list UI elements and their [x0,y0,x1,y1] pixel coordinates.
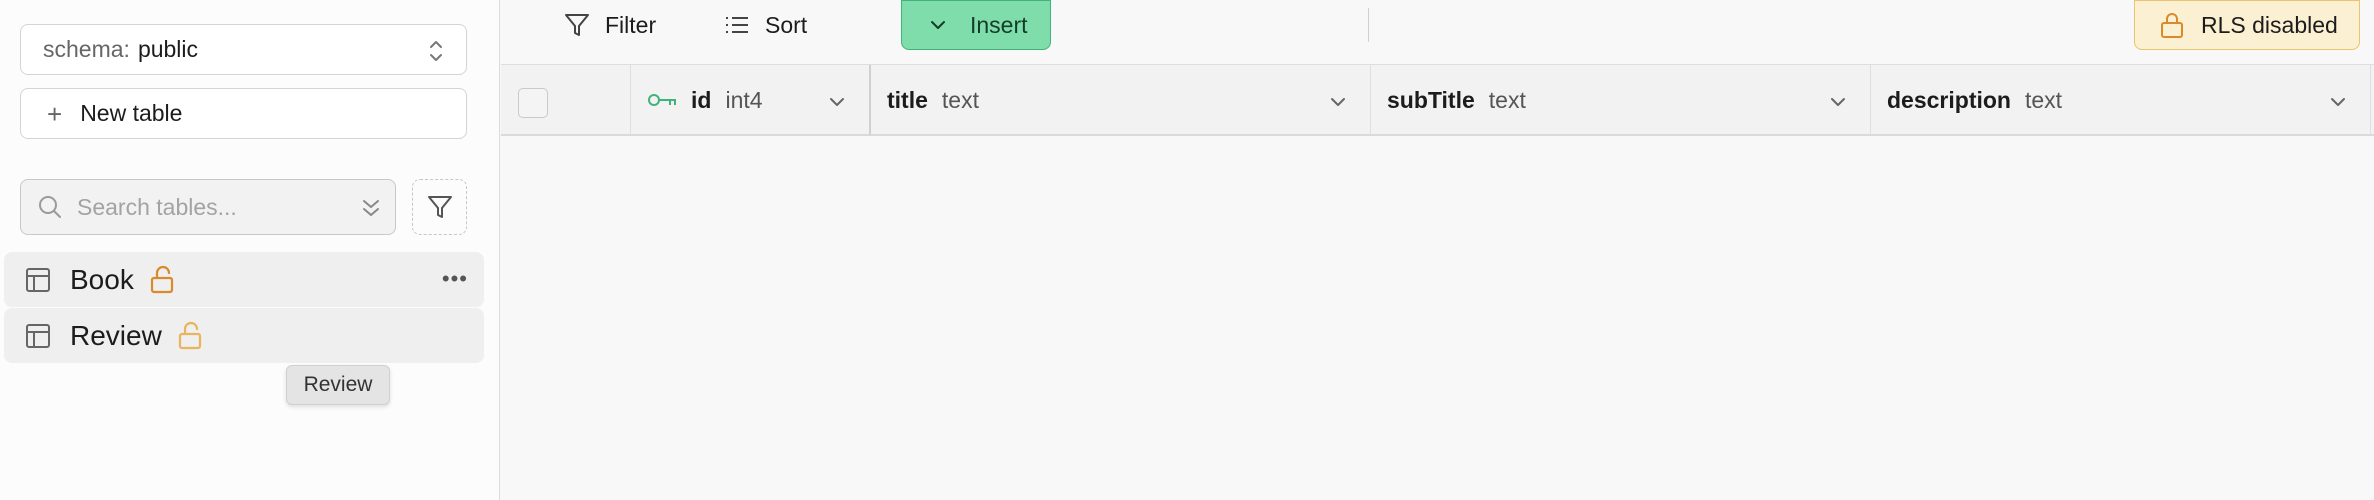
column-type: text [1488,86,1526,113]
lock-icon [2161,13,2183,38]
column-name: subTitle [1387,86,1475,113]
column-type: text [941,86,979,113]
toolbar: Filter Sort Insert RLS disabled [501,0,2374,64]
table-icon [26,267,50,292]
schema-select[interactable]: schema: public [20,24,467,75]
insert-button[interactable]: Insert [901,0,1051,50]
table-editor: schema: public + New table Search tables… [0,0,2374,500]
insert-label: Insert [970,11,1028,38]
column-header-description[interactable]: description text [1871,65,2371,135]
search-icon [39,196,61,218]
chevron-down-icon[interactable] [2328,92,2348,112]
chevron-down-icon[interactable] [827,92,847,112]
more-options-icon[interactable]: ••• [442,266,468,292]
rls-label: RLS disabled [2201,11,2338,38]
column-name: id [691,86,712,113]
unlock-icon [150,265,173,293]
filter-label: Filter [605,11,657,38]
column-name: title [887,86,928,113]
schema-select-label: schema: [43,36,130,62]
sidebar-item-book[interactable]: Book ••• [4,252,484,307]
key-icon [648,94,676,106]
grid-header: id int4 title text subTitle text descrip… [501,64,2374,136]
select-all-column [501,65,631,135]
unlock-icon [178,321,201,349]
filter-icon [427,196,452,218]
schema-select-value: public [137,36,199,62]
plus-icon: + [47,98,63,129]
chevron-down-icon[interactable] [1328,92,1348,112]
chevron-down-icon[interactable] [1828,92,1848,112]
chevron-up-down-icon [430,41,442,61]
search-placeholder: Search tables... [77,193,237,220]
rls-status-button[interactable]: RLS disabled [2134,0,2360,50]
table-name: Book [70,263,134,295]
sort-list-icon [726,17,748,33]
column-name: description [1887,86,2011,113]
filter-tables-button[interactable] [412,179,467,235]
table-icon [26,323,50,348]
table-name: Review [70,319,162,351]
sidebar: schema: public + New table Search tables… [0,0,500,500]
grid-body [501,136,2374,500]
chevron-down-icon [931,21,945,29]
column-type: text [2024,86,2063,113]
column-header-title[interactable]: title text [871,65,1371,135]
new-table-button[interactable]: + New table [20,88,467,139]
column-type: int4 [725,86,763,113]
new-table-label: New table [80,100,183,126]
column-header-id[interactable]: id int4 [631,65,871,135]
sidebar-item-review[interactable]: Review [4,308,484,363]
filter-button[interactable]: Filter [563,0,656,50]
sort-button[interactable]: Sort [723,0,807,50]
select-all-checkbox[interactable] [518,88,548,118]
tooltip: Review [286,365,390,405]
column-header-subtitle[interactable]: subTitle text [1371,65,1871,135]
chevrons-down-icon[interactable] [361,195,381,221]
toolbar-divider [1368,8,1369,42]
search-tables-input[interactable]: Search tables... [20,179,396,235]
filter-icon [565,14,589,36]
sort-label: Sort [765,11,808,38]
